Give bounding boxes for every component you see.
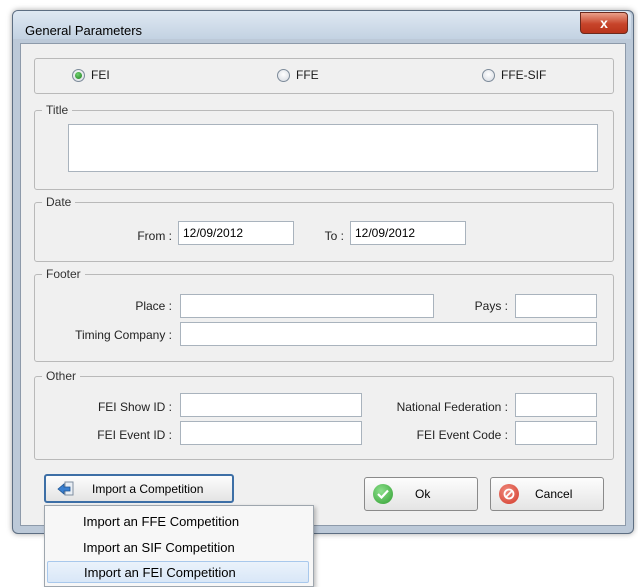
close-icon: x (600, 15, 608, 31)
place-input[interactable] (180, 294, 434, 318)
footer-group-legend: Footer (42, 267, 85, 281)
import-menu: Import an FFE Competition Import an SIF … (44, 505, 314, 587)
pays-label: Pays : (474, 299, 508, 313)
menu-item-import-ffe[interactable]: Import an FFE Competition (47, 510, 309, 532)
menu-item-import-fei[interactable]: Import an FEI Competition (47, 561, 309, 583)
radio-ffe-sif-label: FFE-SIF (501, 68, 547, 82)
close-button[interactable]: x (580, 12, 628, 34)
to-date-input[interactable] (350, 221, 466, 245)
place-label: Place : (135, 299, 172, 313)
from-date-input[interactable] (178, 221, 294, 245)
fei-event-id-input[interactable] (180, 421, 362, 445)
fei-event-code-label: FEI Event Code : (416, 428, 508, 442)
window-title: General Parameters (25, 23, 143, 38)
ok-label: Ok (415, 487, 431, 501)
footer-group (34, 274, 614, 362)
radio-fei[interactable]: FEI (72, 68, 110, 82)
radio-ffe-label: FFE (296, 68, 319, 82)
import-competition-button[interactable]: Import a Competition (44, 474, 234, 503)
import-competition-label: Import a Competition (92, 481, 204, 496)
radio-ffe[interactable]: FFE (277, 68, 319, 82)
menu-item-import-sif[interactable]: Import an SIF Competition (47, 536, 309, 558)
other-group-legend: Other (42, 369, 81, 383)
radio-unselected-indicator (482, 68, 495, 82)
radio-ffe-sif[interactable]: FFE-SIF (482, 68, 546, 82)
checkmark-icon (373, 484, 393, 504)
fei-show-id-input[interactable] (180, 393, 362, 417)
cancel-button[interactable]: Cancel (490, 477, 604, 511)
radio-selected-indicator (72, 68, 85, 82)
ok-button[interactable]: Ok (364, 477, 478, 511)
title-group-legend: Title (42, 103, 73, 117)
timing-company-input[interactable] (180, 322, 597, 346)
other-group (34, 376, 614, 460)
cancel-label: Cancel (535, 487, 573, 501)
radio-fei-label: FEI (91, 68, 110, 82)
no-entry-icon (499, 484, 519, 504)
title-input[interactable] (68, 124, 598, 172)
from-label: From : (137, 229, 172, 243)
date-group-legend: Date (42, 195, 76, 209)
timing-company-label: Timing Company : (75, 328, 172, 342)
national-federation-input[interactable] (515, 393, 597, 417)
fei-event-id-label: FEI Event ID : (97, 428, 172, 442)
national-federation-label: National Federation : (396, 400, 508, 414)
fei-show-id-label: FEI Show ID : (97, 400, 172, 414)
fei-event-code-input[interactable] (515, 421, 597, 445)
to-label: To : (324, 229, 344, 243)
radio-unselected-indicator (277, 68, 290, 82)
pays-input[interactable] (515, 294, 597, 318)
import-arrow-icon (56, 480, 80, 498)
